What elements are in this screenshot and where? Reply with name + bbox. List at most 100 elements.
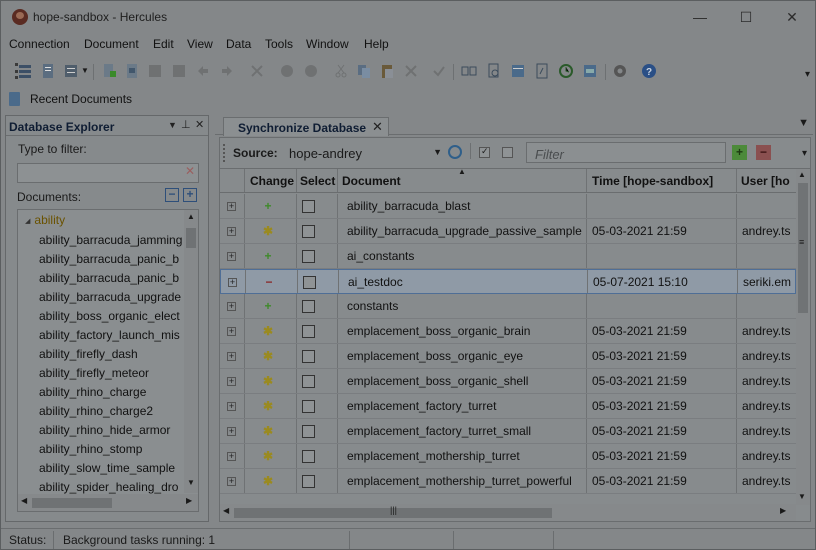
tree-item[interactable]: ability_barracuda_upgrade (39, 290, 182, 304)
history-icon[interactable] (558, 63, 574, 79)
tree-item[interactable]: ability_barracuda_panic_b (39, 271, 182, 285)
tree-item[interactable]: ability_rhino_stomp (39, 442, 182, 456)
row-select-checkbox[interactable] (302, 325, 315, 338)
menu-data[interactable]: Data (226, 37, 251, 51)
menu-edit[interactable]: Edit (153, 37, 174, 51)
row-select-checkbox[interactable] (302, 450, 315, 463)
table-row[interactable]: + + ai_constants (220, 244, 796, 269)
scroll-down-icon[interactable]: ▼ (187, 478, 195, 487)
explorer-filter-input[interactable] (17, 163, 199, 183)
tree-item[interactable]: ability_rhino_charge2 (39, 404, 182, 418)
scroll-down-icon[interactable]: ▼ (798, 492, 806, 501)
sync-filter-input[interactable]: Filter (526, 142, 726, 163)
refresh-icon[interactable] (448, 145, 462, 159)
tree-item[interactable]: ability_boss_organic_elect (39, 309, 182, 323)
maximize-button[interactable]: ☐ (723, 5, 769, 29)
row-select-checkbox[interactable] (302, 250, 315, 263)
save-all-icon[interactable] (171, 63, 187, 79)
expand-row-icon[interactable]: + (227, 227, 236, 236)
find-document-icon[interactable] (486, 63, 502, 79)
expand-row-icon[interactable]: + (227, 377, 236, 386)
scroll-left-icon[interactable]: ◀ (223, 506, 229, 515)
tree-item[interactable]: ability_barracuda_jamming (39, 233, 182, 247)
panel-menu-icon[interactable]: ▼ (168, 120, 177, 130)
recent-documents-bar[interactable]: Recent Documents (1, 89, 815, 109)
row-select-checkbox[interactable] (302, 200, 315, 213)
column-header-document[interactable]: Document (342, 174, 401, 188)
tree-view-icon[interactable] (17, 63, 33, 79)
scroll-right-icon[interactable]: ▶ (780, 506, 786, 515)
expand-all-button[interactable]: + (183, 188, 197, 202)
grid-horizontal-scrollbar[interactable]: ◀ ||| ▶ (220, 504, 796, 521)
back-icon[interactable] (279, 63, 295, 79)
expand-row-icon[interactable]: + (227, 427, 236, 436)
tree-horizontal-scrollbar[interactable]: ◀ ▶ (18, 494, 198, 511)
settings-gear-icon[interactable] (612, 63, 628, 79)
open-document-icon[interactable] (124, 63, 140, 79)
remove-button[interactable]: − (756, 145, 771, 160)
tree-item[interactable]: ability_rhino_hide_armor (39, 423, 182, 437)
check-icon[interactable] (431, 63, 447, 79)
column-header-select[interactable]: Select (300, 174, 335, 188)
table-row[interactable]: + + constants (220, 294, 796, 319)
table-icon[interactable] (510, 63, 526, 79)
menu-tools[interactable]: Tools (265, 37, 293, 51)
close-button[interactable]: ✕ (769, 5, 815, 29)
table-row[interactable]: + + ability_barracuda_blast (220, 194, 796, 219)
expand-row-icon[interactable]: + (227, 352, 236, 361)
menu-connection[interactable]: Connection (9, 37, 70, 51)
tree-item[interactable]: ability_rhino_charge (39, 385, 182, 399)
tree-node-ability[interactable]: ability (25, 213, 65, 227)
expand-row-icon[interactable]: + (227, 252, 236, 261)
row-select-checkbox[interactable] (302, 375, 315, 388)
row-select-checkbox[interactable] (302, 400, 315, 413)
menu-window[interactable]: Window (306, 37, 349, 51)
expand-row-icon[interactable]: + (227, 452, 236, 461)
select-all-checkbox[interactable]: ✓ (479, 146, 490, 158)
tab-synchronize-database[interactable]: Synchronize Database ✕ (223, 117, 389, 136)
expand-row-icon[interactable]: + (227, 402, 236, 411)
copy-icon[interactable] (356, 63, 372, 79)
tree-vertical-scrollbar[interactable]: ▲ ▼ (184, 210, 198, 493)
compare-icon[interactable] (461, 63, 477, 79)
source-select[interactable]: hope-andrey ▼ (284, 142, 444, 163)
table-row[interactable]: + ✱ emplacement_mothership_turret_powerful… (220, 469, 796, 494)
cut-icon[interactable] (333, 63, 349, 79)
layout-icon[interactable] (63, 63, 79, 79)
new-document-icon[interactable] (101, 63, 117, 79)
grid-scroll-thumb[interactable] (798, 183, 808, 313)
collapse-all-button[interactable]: − (165, 188, 179, 202)
table-row[interactable]: + − ai_testdoc 05-07-2021 15:10 seriki.em (220, 269, 796, 294)
table-row[interactable]: + ✱ emplacement_boss_organic_shell 05-03-20… (220, 369, 796, 394)
tab-list-icon[interactable]: ▼ (798, 117, 809, 129)
minimize-button[interactable]: — (677, 5, 723, 29)
menu-document[interactable]: Document (84, 37, 139, 51)
remove-icon[interactable] (403, 63, 419, 79)
row-select-checkbox[interactable] (302, 225, 315, 238)
add-button[interactable]: + (732, 145, 747, 160)
expand-row-icon[interactable]: + (228, 278, 237, 287)
tree-item[interactable]: ability_slow_time_sample (39, 461, 182, 475)
pin-icon[interactable]: ⊥ (181, 118, 191, 131)
table-row[interactable]: + ✱ emplacement_factory_turret_small 05-03-… (220, 419, 796, 444)
deselect-all-checkbox[interactable] (502, 147, 513, 158)
sync-icon[interactable] (582, 63, 598, 79)
help-icon[interactable]: ? (641, 63, 657, 79)
toolbar-overflow-icon[interactable]: ▾ (805, 69, 810, 80)
tree-item[interactable]: ability_spider_healing_dro (39, 480, 182, 494)
expand-row-icon[interactable]: + (227, 302, 236, 311)
save-icon[interactable] (147, 63, 163, 79)
paste-icon[interactable] (379, 63, 395, 79)
delete-icon[interactable] (249, 63, 265, 79)
scroll-up-icon[interactable]: ▲ (187, 212, 195, 221)
row-select-checkbox[interactable] (302, 425, 315, 438)
column-header-change[interactable]: Change (250, 174, 294, 188)
table-row[interactable]: + ✱ emplacement_factory_turret 05-03-2021 2… (220, 394, 796, 419)
row-select-checkbox[interactable] (302, 350, 315, 363)
scroll-up-icon[interactable]: ▲ (798, 170, 806, 179)
table-row[interactable]: + ✱ emplacement_boss_organic_eye 05-03-2021… (220, 344, 796, 369)
table-row[interactable]: + ✱ emplacement_boss_organic_brain 05-03-20… (220, 319, 796, 344)
scroll-right-icon[interactable]: ▶ (186, 496, 192, 505)
tree-item[interactable]: ability_firefly_dash (39, 347, 182, 361)
undo-icon[interactable] (195, 63, 211, 79)
